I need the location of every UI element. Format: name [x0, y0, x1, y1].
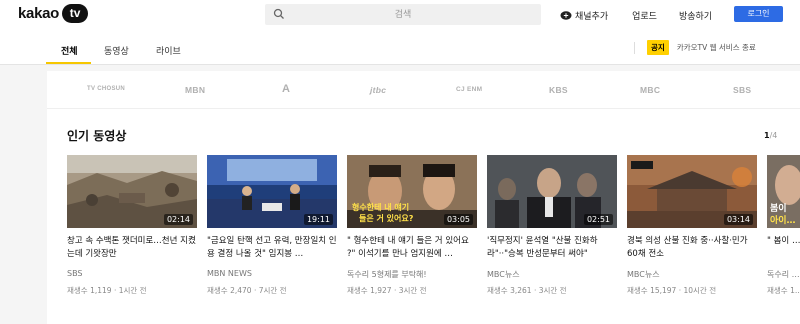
video-title[interactable]: '직무정지' 윤석열 "산불 진화하라"··"승복 반성문부터 써야"	[487, 235, 617, 262]
top-bar: kakao tv 채널추가 업로드 방송하기 로그인	[0, 0, 800, 33]
search-box[interactable]	[265, 4, 541, 25]
broadcaster-channel-a[interactable]: A	[282, 83, 290, 95]
video-thumbnail[interactable]: 19:11	[207, 155, 337, 228]
kakaotv-logo[interactable]: kakao tv	[18, 4, 89, 23]
video-thumbnail[interactable]: 03:14	[627, 155, 757, 228]
video-meta: 재생수 1,119 · 1시간 전	[67, 286, 147, 295]
notice-divider	[634, 41, 635, 54]
broadcaster-kbs[interactable]: KBS	[549, 85, 568, 95]
video-channel[interactable]: SBS	[67, 269, 83, 278]
video-title[interactable]: 경북 의성 산불 진화 중··사찰·민가 60채 전소	[627, 235, 757, 262]
video-channel[interactable]: MBC뉴스	[487, 269, 520, 280]
video-title[interactable]: 창고 속 수백톤 잿더미로…천년 지켰는데 기왓장만	[67, 235, 197, 262]
upload-link[interactable]: 업로드	[632, 9, 657, 22]
logo-word: kakao	[18, 5, 60, 22]
video-duration: 19:11	[303, 214, 333, 225]
drama-scene-image: 봄이 아이…	[767, 155, 800, 228]
video-channel[interactable]: 독수리 …	[767, 269, 800, 280]
category-tabs: 전체 동영상 라이브 공지 카카오TV 웹 서비스 종료	[0, 33, 800, 65]
search-input[interactable]	[285, 4, 521, 25]
video-title[interactable]: " 봄이 … 가와 김…	[767, 235, 800, 262]
video-thumbnail[interactable]: 02:51	[487, 155, 617, 228]
logo-tv-badge: tv	[62, 4, 89, 23]
broadcaster-sbs[interactable]: SBS	[733, 85, 751, 95]
video-duration: 02:51	[583, 214, 613, 225]
broadcast-link[interactable]: 방송하기	[679, 9, 712, 22]
video-meta: 재생수 15,197 · 10시간 전	[627, 286, 717, 295]
broadcaster-mbc[interactable]: MBC	[640, 85, 660, 95]
video-meta: 재생수 3,261 · 3시간 전	[487, 286, 567, 295]
video-meta: 재생수 1,927 · 3시간 전	[347, 286, 427, 295]
video-channel[interactable]: 독수리 5형제를 부탁해!	[347, 269, 427, 280]
broadcaster-jtbc[interactable]: jtbc	[370, 85, 386, 95]
top-actions: 채널추가 업로드 방송하기	[560, 9, 712, 22]
video-channel[interactable]: MBN NEWS	[207, 269, 252, 278]
broadcaster-cjenm[interactable]: CJ ENM	[456, 86, 482, 93]
video-title[interactable]: "금요일 탄핵 선고 유력, 만장일치 인용 결정 나올 것" 임지봉 …	[207, 235, 337, 262]
video-thumbnail[interactable]: 02:14	[67, 155, 197, 228]
channel-add-label: 채널추가	[575, 12, 609, 22]
main-panel: TV CHOSUN MBN A jtbc CJ ENM KBS MBC SBS …	[47, 71, 800, 324]
video-card[interactable]: 봄이 아이… " 봄이 … 가와 김… 독수리 … 재생수 1…	[767, 155, 800, 300]
broadcaster-logos: TV CHOSUN MBN A jtbc CJ ENM KBS MBC SBS	[47, 71, 800, 109]
thumb-caption-line2: 아이…	[770, 214, 796, 226]
video-meta: 재생수 1…	[767, 286, 800, 295]
thumb-caption-line2: 들은 거 있어요?	[359, 213, 414, 223]
video-duration: 02:14	[163, 214, 193, 225]
thumb-caption-line1: 봄이	[770, 202, 787, 214]
video-title[interactable]: " 형수한테 내 얘기 들은 거 있어요 ?" 이석기를 만나 엄지원에 …	[347, 235, 477, 262]
video-channel[interactable]: MBC뉴스	[627, 269, 660, 280]
page-indicator: 1/4	[764, 131, 777, 140]
active-tab-indicator	[46, 62, 91, 64]
tab-videos[interactable]: 동영상	[104, 44, 129, 57]
section-title: 인기 동영상	[67, 129, 127, 143]
video-duration: 03:14	[723, 214, 753, 225]
login-button[interactable]: 로그인	[734, 6, 783, 22]
chat-bubble-plus-icon	[560, 10, 572, 20]
search-icon[interactable]	[273, 8, 285, 20]
notice-badge: 공지	[647, 40, 669, 55]
notice-text[interactable]: 카카오TV 웹 서비스 종료	[677, 42, 756, 53]
video-meta: 재생수 2,470 · 7시간 전	[207, 286, 287, 295]
tab-live[interactable]: 라이브	[156, 44, 181, 57]
broadcaster-tvchosun[interactable]: TV CHOSUN	[87, 86, 125, 92]
video-duration: 03:05	[443, 214, 473, 225]
tab-all[interactable]: 전체	[61, 44, 78, 57]
page-total: /4	[769, 131, 778, 140]
video-thumbnail[interactable]: 봄이 아이…	[767, 155, 800, 228]
thumb-caption-line1: 형수한테 내 얘기	[352, 202, 409, 212]
notice-bar[interactable]: 공지 카카오TV 웹 서비스 종료	[634, 40, 756, 55]
video-thumbnail[interactable]: 형수한테 내 얘기 들은 거 있어요? 03:05	[347, 155, 477, 228]
channel-add-button[interactable]: 채널추가	[560, 9, 608, 22]
broadcaster-mbn[interactable]: MBN	[185, 85, 205, 95]
